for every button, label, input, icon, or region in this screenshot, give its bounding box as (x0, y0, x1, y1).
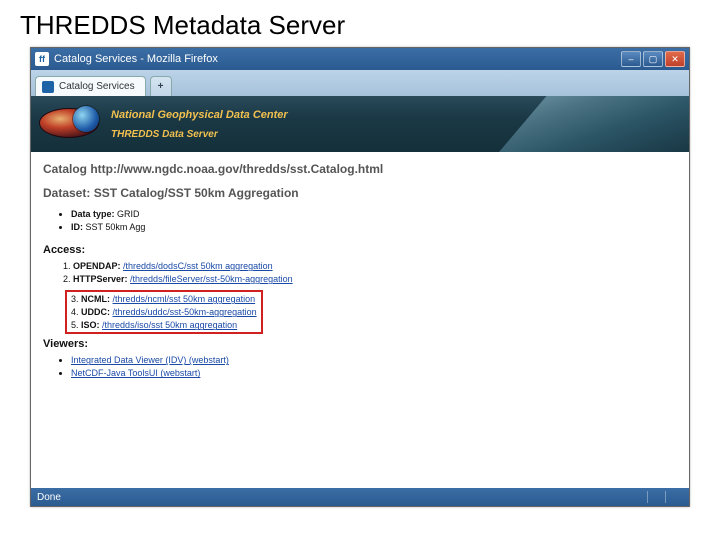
tab-label: Catalog Services (59, 81, 135, 92)
banner-org-name: National Geophysical Data Center (111, 109, 288, 121)
access-list: OPENDAP: /thredds/dodsC/sst 50km aggrega… (73, 260, 677, 286)
catalog-heading: Catalog http://www.ngdc.noaa.gov/thredds… (43, 162, 677, 176)
access-item-iso: ISO: /thredds/iso/sst 50km aggregation (71, 319, 257, 332)
maximize-button[interactable]: ▢ (643, 51, 663, 67)
access-section-title: Access: (43, 244, 677, 256)
viewer-idv[interactable]: Integrated Data Viewer (IDV) (webstart) (71, 354, 677, 367)
window-titlebar: ff Catalog Services - Mozilla Firefox – … (31, 48, 689, 70)
ngdc-logo-icon (39, 106, 99, 142)
list-item: ID: SST 50km Agg (71, 221, 677, 234)
access-item-ncml: NCML: /thredds/ncml/sst 50km aggregation (71, 293, 257, 306)
close-button[interactable]: ✕ (665, 51, 685, 67)
uddc-link[interactable]: /thredds/uddc/sst-50km-aggregation (113, 307, 257, 317)
ncml-link[interactable]: /thredds/ncml/sst 50km aggregation (113, 294, 256, 304)
highlighted-access-items: NCML: /thredds/ncml/sst 50km aggregation… (65, 290, 263, 334)
list-item: Data type: GRID (71, 208, 677, 221)
status-bar: Done (31, 488, 689, 506)
tab-catalog-services[interactable]: Catalog Services (35, 76, 146, 96)
firefox-icon: ff (35, 52, 49, 66)
httpserver-link[interactable]: /thredds/fileServer/sst-50km-aggregation (130, 274, 293, 284)
opendap-link[interactable]: /thredds/dodsC/sst 50km aggregation (123, 261, 273, 271)
viewers-list: Integrated Data Viewer (IDV) (webstart) … (71, 354, 677, 380)
page-content: Catalog http://www.ngdc.noaa.gov/thredds… (31, 152, 689, 488)
site-banner: National Geophysical Data Center THREDDS… (31, 96, 689, 152)
resize-grip-icon[interactable] (665, 491, 683, 503)
access-item-opendap: OPENDAP: /thredds/dodsC/sst 50km aggrega… (73, 260, 677, 273)
browser-window: ff Catalog Services - Mozilla Firefox – … (30, 47, 690, 507)
catalog-url: http://www.ngdc.noaa.gov/thredds/sst.Cat… (90, 162, 383, 176)
viewer-toolsui[interactable]: NetCDF-Java ToolsUI (webstart) (71, 367, 677, 380)
status-text: Done (37, 492, 61, 503)
tab-favicon-icon (42, 81, 54, 93)
minimize-button[interactable]: – (621, 51, 641, 67)
banner-server-name: THREDDS Data Server (111, 129, 288, 140)
access-item-httpserver: HTTPServer: /thredds/fileServer/sst-50km… (73, 273, 677, 286)
viewers-section-title: Viewers: (43, 338, 677, 350)
iso-link[interactable]: /thredds/iso/sst 50km aggregation (102, 320, 237, 330)
status-segment (647, 491, 665, 503)
slide-title: THREDDS Metadata Server (0, 0, 720, 47)
dataset-meta-list: Data type: GRID ID: SST 50km Agg (71, 208, 677, 234)
window-title: Catalog Services - Mozilla Firefox (54, 53, 218, 65)
dataset-heading: Dataset: SST Catalog/SST 50km Aggregatio… (43, 186, 677, 200)
access-item-uddc: UDDC: /thredds/uddc/sst-50km-aggregation (71, 306, 257, 319)
tab-bar: Catalog Services + (31, 70, 689, 96)
new-tab-button[interactable]: + (150, 76, 172, 96)
